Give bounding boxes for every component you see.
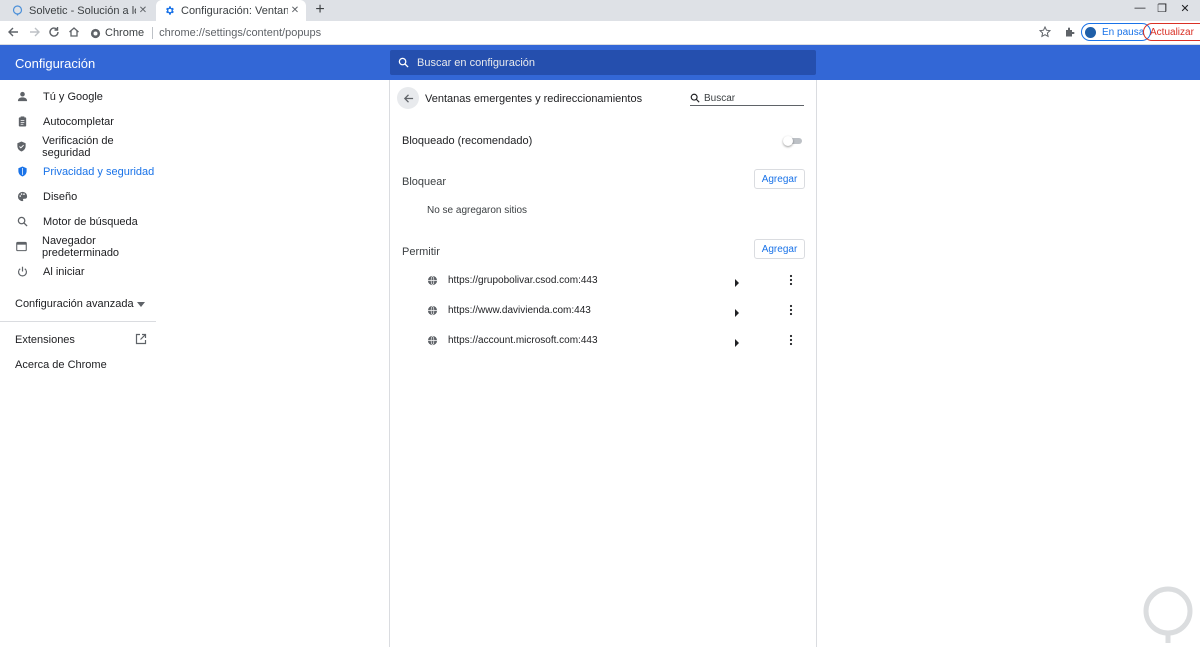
block-section-label: Bloquear — [402, 176, 447, 188]
restore-icon[interactable]: ❐ — [1155, 2, 1169, 15]
subpage-search[interactable] — [690, 91, 804, 106]
palette-icon — [16, 191, 28, 203]
site-url: https://grupobolivar.csod.com:443 — [448, 274, 598, 286]
back-arrow-icon[interactable] — [4, 23, 22, 41]
advanced-settings-toggle[interactable]: Configuración avanzada — [15, 298, 145, 310]
forward-arrow-icon[interactable] — [26, 23, 44, 41]
solvetic-logo — [1140, 585, 1196, 645]
sidebar-item-label: Privacidad y seguridad — [43, 165, 155, 178]
chevron-right-icon[interactable] — [734, 336, 740, 347]
solvetic-favicon-icon — [12, 5, 23, 16]
tab-title: Solvetic - Solución a los problemas — [29, 4, 136, 17]
gear-icon — [164, 5, 175, 16]
tab-solvetic[interactable]: Solvetic - Solución a los problemas ✕ — [4, 0, 154, 21]
extensions-link[interactable]: Extensiones — [15, 334, 75, 346]
sidebar-item-label: Tú y Google — [43, 90, 103, 103]
update-label: Actualizar — [1150, 26, 1194, 38]
blocked-toggle[interactable] — [783, 136, 802, 146]
settings-search[interactable] — [390, 50, 816, 75]
sidebar-divider — [0, 321, 156, 322]
sidebar: Tú y Google Autocompletar Verificación d… — [0, 80, 156, 647]
shield-icon — [16, 166, 28, 178]
more-vert-icon[interactable] — [784, 333, 798, 347]
avatar — [1084, 25, 1097, 39]
subpage-search-input[interactable] — [704, 92, 800, 104]
browser-icon — [16, 241, 27, 253]
add-block-button[interactable]: Agregar — [754, 169, 805, 189]
sidebar-item-safety-check[interactable]: Verificación de seguridad — [0, 134, 156, 159]
caret-down-icon — [137, 301, 145, 307]
page-title: Configuración — [15, 56, 96, 71]
browser-toolbar: Chrome chrome://settings/content/popups … — [0, 21, 1200, 45]
globe-icon — [427, 275, 438, 286]
search-icon — [690, 93, 701, 104]
allowed-site-row[interactable]: https://grupobolivar.csod.com:443 — [427, 270, 807, 290]
person-icon — [16, 91, 28, 103]
sidebar-item-label: Al iniciar — [43, 265, 85, 278]
reload-icon[interactable] — [45, 23, 63, 41]
profile-button[interactable]: En pausa — [1081, 23, 1152, 41]
globe-icon — [427, 305, 438, 316]
allowed-site-row[interactable]: https://account.microsoft.com:443 — [427, 330, 807, 350]
minimize-icon[interactable]: — — [1133, 2, 1147, 14]
window-close-icon[interactable]: ✕ — [1178, 2, 1192, 15]
back-button[interactable] — [397, 87, 419, 109]
site-url: https://www.davivienda.com:443 — [448, 304, 591, 316]
clipboard-icon — [16, 116, 28, 128]
extensions-puzzle-icon[interactable] — [1061, 23, 1079, 41]
sidebar-item-label: Diseño — [43, 190, 78, 203]
url-text: chrome://settings/content/popups — [159, 27, 322, 39]
subpage-title: Ventanas emergentes y redireccionamiento… — [425, 93, 643, 105]
tab-strip: Solvetic - Solución a los problemas ✕ Co… — [0, 0, 1200, 21]
update-button[interactable]: Actualizar ⋮ — [1143, 23, 1200, 41]
power-icon — [16, 266, 28, 278]
bookmark-star-icon[interactable] — [1036, 23, 1054, 41]
globe-icon — [427, 335, 438, 346]
sidebar-item-autofill[interactable]: Autocompletar — [0, 109, 156, 134]
open-in-new-icon[interactable] — [135, 333, 147, 345]
about-chrome-link[interactable]: Acerca de Chrome — [15, 359, 107, 371]
more-vert-icon[interactable] — [784, 303, 798, 317]
close-icon[interactable]: ✕ — [288, 5, 302, 16]
back-arrow-icon — [403, 93, 413, 103]
more-vert-icon[interactable] — [784, 273, 798, 287]
profile-label: En pausa — [1102, 26, 1145, 38]
empty-block-message: No se agregaron sitios — [427, 205, 528, 216]
chevron-right-icon[interactable] — [734, 276, 740, 287]
sidebar-item-privacy[interactable]: Privacidad y seguridad — [0, 159, 156, 184]
chevron-right-icon[interactable] — [734, 306, 740, 317]
settings-search-input[interactable] — [417, 56, 797, 69]
search-icon — [398, 57, 409, 68]
sidebar-item-label: Autocompletar — [43, 115, 114, 128]
settings-header: Configuración — [0, 45, 1200, 80]
sidebar-item-you-and-google[interactable]: Tú y Google — [0, 84, 156, 109]
toggle-knob — [783, 136, 793, 146]
close-icon[interactable]: ✕ — [136, 5, 150, 16]
new-tab-button[interactable]: + — [313, 1, 327, 19]
tab-settings[interactable]: Configuración: Ventanas emergentes ✕ — [156, 0, 306, 21]
address-bar[interactable]: Chrome chrome://settings/content/popups — [90, 23, 1056, 43]
sidebar-item-search-engine[interactable]: Motor de búsqueda — [0, 209, 156, 234]
sidebar-item-default-browser[interactable]: Navegador predeterminado — [0, 234, 156, 259]
blocked-label: Bloqueado (recomendado) — [402, 135, 533, 147]
allow-section-label: Permitir — [402, 246, 440, 258]
sidebar-item-label: Navegador predeterminado — [42, 234, 120, 259]
advanced-label: Configuración avanzada — [15, 298, 134, 310]
tab-title: Configuración: Ventanas emergentes — [181, 4, 288, 17]
home-icon[interactable] — [65, 23, 83, 41]
sidebar-item-label: Motor de búsqueda — [43, 215, 138, 228]
chrome-icon — [90, 28, 101, 39]
omnibox-divider — [152, 27, 154, 39]
sidebar-item-appearance[interactable]: Diseño — [0, 184, 156, 209]
add-allow-button[interactable]: Agregar — [754, 239, 805, 259]
allowed-site-row[interactable]: https://www.davivienda.com:443 — [427, 300, 807, 320]
sidebar-item-label: Verificación de seguridad — [42, 134, 114, 159]
site-label: Chrome — [105, 27, 145, 39]
site-url: https://account.microsoft.com:443 — [448, 334, 598, 346]
shield-check-icon — [16, 141, 27, 153]
search-icon — [16, 216, 28, 228]
sidebar-item-on-startup[interactable]: Al iniciar — [0, 259, 156, 284]
popups-settings-card: Ventanas emergentes y redireccionamiento… — [389, 80, 817, 647]
